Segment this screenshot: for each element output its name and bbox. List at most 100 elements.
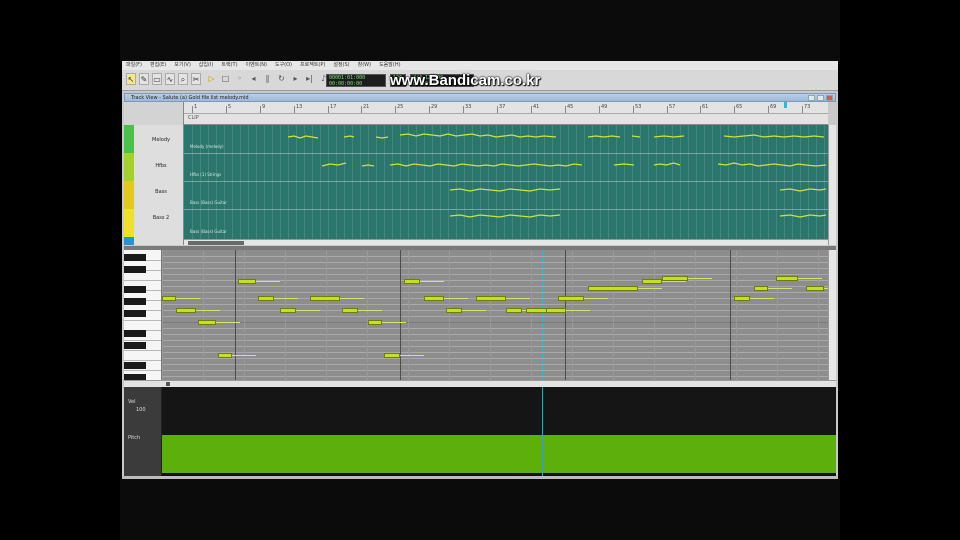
rewind-icon[interactable]: ◂ — [248, 73, 259, 85]
eraser-icon[interactable]: ▭ — [152, 73, 162, 85]
midi-note[interactable] — [506, 308, 522, 313]
pencil-icon[interactable]: ✎ — [139, 73, 149, 85]
black-key[interactable] — [124, 254, 146, 261]
midi-note[interactable] — [424, 296, 444, 301]
black-key[interactable] — [124, 330, 146, 337]
black-key[interactable] — [124, 342, 146, 349]
track-vertical-scrollbar[interactable] — [828, 125, 836, 245]
ruler-tick-label: 57 — [669, 104, 676, 110]
track-name-hfbs[interactable]: Hfbs — [138, 163, 184, 169]
midi-note[interactable] — [734, 296, 750, 301]
beat-line — [490, 250, 491, 380]
midi-note[interactable] — [446, 308, 462, 313]
menu-settings[interactable]: 설정(S) — [333, 61, 349, 70]
note-sustain-line — [232, 355, 256, 356]
midi-note[interactable] — [588, 286, 638, 291]
midi-note[interactable] — [238, 279, 256, 284]
pitch-row-line — [162, 304, 828, 305]
midi-note[interactable] — [662, 276, 688, 281]
black-key[interactable] — [124, 298, 146, 305]
menu-view[interactable]: 보기(V) — [174, 61, 191, 70]
forward-icon[interactable]: ▸ — [290, 73, 301, 85]
menu-edit[interactable]: 편집(E) — [150, 61, 166, 70]
track-name-bass-2[interactable]: Bass 2 — [138, 215, 184, 221]
midi-note[interactable] — [806, 286, 824, 291]
ruler-playhead-marker[interactable] — [784, 102, 787, 108]
document-titlebar[interactable]: Track View - Salute (a) Gold file list m… — [124, 93, 836, 102]
midi-note[interactable] — [280, 308, 296, 313]
midi-note[interactable] — [754, 286, 768, 291]
midi-note[interactable] — [558, 296, 584, 301]
white-key-divider — [124, 350, 161, 351]
menu-project[interactable]: 프로젝트(P) — [300, 61, 325, 70]
stop-icon[interactable]: □ — [220, 73, 231, 85]
track-scroll-thumb[interactable] — [188, 241, 244, 245]
piano-roll-grid[interactable] — [162, 250, 828, 380]
note-sustain-line — [358, 310, 382, 311]
midi-note[interactable] — [384, 353, 400, 358]
piano-roll-vertical-scrollbar[interactable] — [828, 250, 836, 380]
menu-bar: 파일(F) 편집(E) 보기(V) 삽입(I) 트랙(T) 이벤트(N) 도구(… — [122, 61, 838, 70]
record-icon[interactable]: ◦ — [234, 73, 245, 85]
measure-line — [400, 250, 401, 380]
velocity-controller-pane[interactable] — [162, 387, 836, 476]
midi-note[interactable] — [198, 320, 216, 325]
track-name-melody[interactable]: Melody — [138, 137, 184, 143]
maximize-icon[interactable] — [817, 95, 824, 101]
midi-note[interactable] — [526, 308, 548, 313]
black-key[interactable] — [124, 286, 146, 293]
black-key[interactable] — [124, 362, 146, 369]
midi-note[interactable] — [546, 308, 566, 313]
controller-bottom-label[interactable]: Pitch — [128, 435, 140, 441]
pitch-row-line — [162, 286, 828, 287]
midi-note[interactable] — [404, 279, 420, 284]
black-key[interactable] — [124, 266, 146, 273]
menu-help[interactable]: 도움말(H) — [379, 61, 400, 70]
ruler-tick — [667, 106, 668, 113]
midi-note[interactable] — [176, 308, 196, 313]
midi-note[interactable] — [310, 296, 340, 301]
black-key[interactable] — [124, 310, 146, 317]
tracks-header — [124, 102, 184, 125]
midi-note[interactable] — [218, 353, 232, 358]
ruler-tick-label: 9 — [262, 104, 266, 110]
menu-track[interactable]: 트랙(T) — [221, 61, 237, 70]
track-name-bass[interactable]: Bass — [138, 189, 184, 195]
piano-roll-scroll-thumb[interactable] — [166, 382, 170, 386]
midi-note[interactable] — [342, 308, 358, 313]
pause-icon[interactable]: ∥ — [262, 73, 273, 85]
controller-type-label[interactable]: Vel — [128, 399, 136, 405]
beat-line — [203, 250, 204, 380]
zoom-icon[interactable]: ⌕ — [178, 73, 188, 85]
menu-insert[interactable]: 삽입(I) — [199, 61, 214, 70]
end-icon[interactable]: ▸| — [304, 73, 315, 85]
timeline-ruler[interactable]: 1 5 9 13 17 21 25 29 33 37 41 45 49 53 57 61 65 69 73 CLIP — [184, 102, 828, 125]
velocity-bars[interactable] — [162, 435, 836, 473]
piano-keyboard[interactable] — [124, 250, 162, 380]
draw-icon[interactable]: ∿ — [165, 73, 175, 85]
menu-tools[interactable]: 도구(O) — [275, 61, 292, 70]
close-icon[interactable] — [826, 95, 833, 101]
piano-roll-playhead[interactable] — [542, 250, 543, 380]
minimize-icon[interactable] — [808, 95, 815, 101]
menu-file[interactable]: 파일(F) — [126, 61, 142, 70]
midi-note[interactable] — [258, 296, 274, 301]
scissors-icon[interactable]: ✂ — [191, 73, 201, 85]
track-horizontal-scrollbar[interactable] — [184, 239, 828, 245]
track-clips-area[interactable]: Melody (melody) Hfbs (1) Strings Bass (B… — [184, 125, 828, 239]
select-icon[interactable]: ↖ — [126, 73, 136, 85]
midi-note[interactable] — [368, 320, 382, 325]
play-icon[interactable]: ▷ — [206, 73, 217, 85]
menu-window[interactable]: 창(W) — [358, 61, 371, 70]
midi-note[interactable] — [162, 296, 176, 301]
menu-event[interactable]: 이벤트(N) — [246, 61, 267, 70]
midi-note[interactable] — [476, 296, 506, 301]
piano-roll-horizontal-scrollbar[interactable] — [124, 380, 836, 387]
ruler-tick-label: 61 — [702, 104, 709, 110]
midi-note[interactable] — [776, 276, 798, 281]
beat-line — [613, 250, 614, 380]
pitch-row-line — [162, 322, 828, 323]
note-sustain-line — [420, 281, 444, 282]
loop-icon[interactable]: ↻ — [276, 73, 287, 85]
midi-note[interactable] — [642, 279, 662, 284]
